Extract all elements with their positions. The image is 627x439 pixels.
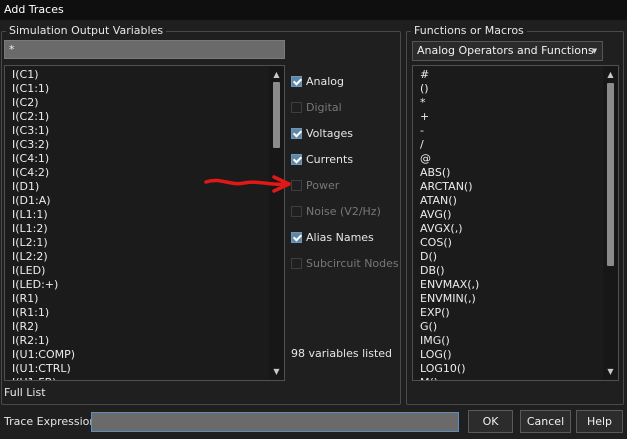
function-list-item[interactable]: COS() bbox=[413, 236, 603, 250]
cancel-button[interactable]: Cancel bbox=[520, 410, 571, 433]
variable-list-item[interactable]: I(L1:1) bbox=[5, 208, 269, 222]
variable-list-item[interactable]: I(R1) bbox=[5, 292, 269, 306]
variable-list-item[interactable]: I(C2:1) bbox=[5, 110, 269, 124]
function-list-item[interactable]: ENVMIN(,) bbox=[413, 292, 603, 306]
filter-power: Power bbox=[291, 177, 339, 193]
function-list-item[interactable]: () bbox=[413, 82, 603, 96]
function-list-item[interactable]: AVGX(,) bbox=[413, 222, 603, 236]
checkbox-checked-icon[interactable] bbox=[291, 75, 302, 87]
checkbox-unchecked-icon bbox=[291, 205, 302, 217]
functions-list[interactable]: #() * + - / @ ABS() ARCTAN() ATAN() AVG() AVGX(,) C… bbox=[412, 65, 619, 381]
function-list-item[interactable]: D() bbox=[413, 250, 603, 264]
variable-list-item[interactable]: I(LED:+) bbox=[5, 278, 269, 292]
function-list-item[interactable]: / bbox=[413, 138, 603, 152]
function-list-item[interactable]: @ bbox=[413, 152, 603, 166]
filter-label: Power bbox=[306, 178, 340, 192]
function-list-item[interactable]: ABS() bbox=[413, 166, 603, 180]
filter-currents[interactable]: Currents bbox=[291, 151, 353, 167]
filter-label: Alias Names bbox=[306, 230, 374, 244]
scroll-up-icon[interactable]: ▲ bbox=[603, 68, 618, 82]
functions-category-select[interactable]: Analog Operators and Functions ▼ bbox=[412, 41, 603, 61]
function-list-item[interactable]: DB() bbox=[413, 264, 603, 278]
function-list-item[interactable]: M() bbox=[413, 376, 603, 380]
filter-label: Digital bbox=[306, 100, 342, 114]
function-list-item[interactable]: G() bbox=[413, 320, 603, 334]
variable-list-item[interactable]: I(C3:1) bbox=[5, 124, 269, 138]
variables-count: 98 variables listed bbox=[291, 347, 393, 360]
variable-list-item[interactable]: I(C3:2) bbox=[5, 138, 269, 152]
annotation-arrow bbox=[204, 175, 291, 193]
function-list-item[interactable]: IMG() bbox=[413, 334, 603, 348]
function-list-item[interactable]: AVG() bbox=[413, 208, 603, 222]
variable-list-item[interactable]: I(D1:A) bbox=[5, 194, 269, 208]
checkbox-checked-icon[interactable] bbox=[291, 153, 302, 165]
sim-output-list-items: I(C1) I(C1:1) I(C2) I(C2:1) I(C3:1) I(C3:2) I(… bbox=[5, 66, 269, 380]
checkbox-unchecked-icon bbox=[291, 101, 302, 113]
checkbox-unchecked-icon bbox=[291, 257, 302, 269]
ok-button[interactable]: OK bbox=[468, 410, 513, 433]
function-list-item[interactable]: LOG10() bbox=[413, 362, 603, 376]
variable-list-item[interactable]: I(U1:FB) bbox=[5, 376, 269, 380]
variable-list-item[interactable]: I(LED) bbox=[5, 264, 269, 278]
checkbox-checked-icon[interactable] bbox=[291, 127, 302, 139]
filter-input[interactable] bbox=[4, 40, 285, 59]
checkbox-checked-icon[interactable] bbox=[291, 231, 302, 243]
filter-label: Currents bbox=[306, 152, 354, 166]
function-list-item[interactable]: ARCTAN() bbox=[413, 180, 603, 194]
filter-label: Noise (V2/Hz) bbox=[306, 204, 381, 218]
help-button[interactable]: Help bbox=[576, 410, 623, 433]
variable-list-item[interactable]: I(C1) bbox=[5, 68, 269, 82]
filter-digital: Digital bbox=[291, 99, 342, 115]
function-list-item[interactable]: + bbox=[413, 110, 603, 124]
sim-output-scrollbar[interactable]: ▲ ▼ bbox=[269, 66, 284, 380]
sim-output-group-title: Simulation Output Variables bbox=[6, 24, 167, 38]
filter-voltages[interactable]: Voltages bbox=[291, 125, 353, 141]
filter-label: Subcircuit Nodes bbox=[306, 256, 399, 270]
function-list-item[interactable]: ENVMAX(,) bbox=[413, 278, 603, 292]
scroll-down-icon[interactable]: ▼ bbox=[269, 365, 284, 379]
scroll-up-icon[interactable]: ▲ bbox=[269, 68, 284, 82]
function-list-item[interactable]: * bbox=[413, 96, 603, 110]
filter-subcircuit-nodes: Subcircuit Nodes bbox=[291, 255, 399, 271]
functions-list-items: #() * + - / @ ABS() ARCTAN() ATAN() AVG() AVGX(,) C… bbox=[413, 66, 603, 380]
full-list-label: Full List bbox=[4, 386, 46, 399]
variable-list-item[interactable]: I(R2:1) bbox=[5, 334, 269, 348]
function-list-item[interactable]: LOG() bbox=[413, 348, 603, 362]
functions-category-value: Analog Operators and Functions bbox=[417, 44, 594, 57]
variable-list-item[interactable]: I(L2:2) bbox=[5, 250, 269, 264]
scroll-thumb[interactable] bbox=[607, 83, 614, 266]
function-list-item[interactable]: - bbox=[413, 124, 603, 138]
chevron-down-icon[interactable]: ▼ bbox=[587, 42, 602, 60]
filter-alias-names[interactable]: Alias Names bbox=[291, 229, 374, 245]
variable-list-item[interactable]: I(C4:1) bbox=[5, 152, 269, 166]
variable-list-item[interactable]: I(L1:2) bbox=[5, 222, 269, 236]
variable-list-item[interactable]: I(C2) bbox=[5, 96, 269, 110]
variable-list-item[interactable]: I(R1:1) bbox=[5, 306, 269, 320]
filter-label: Analog bbox=[306, 74, 345, 88]
sim-output-list[interactable]: I(C1) I(C1:1) I(C2) I(C2:1) I(C3:1) I(C3:2) I(… bbox=[4, 65, 285, 381]
scroll-down-icon[interactable]: ▼ bbox=[603, 365, 618, 379]
function-list-item[interactable]: ATAN() bbox=[413, 194, 603, 208]
trace-expression-input[interactable] bbox=[91, 412, 459, 432]
variable-list-item[interactable]: I(U1:CTRL) bbox=[5, 362, 269, 376]
function-list-item[interactable]: EXP() bbox=[413, 306, 603, 320]
filter-noise-v2-hz: Noise (V2/Hz) bbox=[291, 203, 381, 219]
scroll-thumb[interactable] bbox=[273, 82, 280, 148]
variable-list-item[interactable]: I(R2) bbox=[5, 320, 269, 334]
variable-list-item[interactable]: I(C1:1) bbox=[5, 82, 269, 96]
variable-list-item[interactable]: I(U1:COMP) bbox=[5, 348, 269, 362]
functions-group-title: Functions or Macros bbox=[411, 24, 527, 38]
function-list-item[interactable]: # bbox=[413, 68, 603, 82]
variable-list-item[interactable]: I(L2:1) bbox=[5, 236, 269, 250]
annotation-arrow-shaft bbox=[204, 178, 288, 187]
filter-analog[interactable]: Analog bbox=[291, 73, 344, 89]
functions-scrollbar[interactable]: ▲ ▼ bbox=[603, 66, 618, 380]
filter-label: Voltages bbox=[306, 126, 353, 140]
window-title: Add Traces bbox=[0, 0, 627, 20]
trace-expression-label: Trace Expression: bbox=[4, 415, 101, 428]
